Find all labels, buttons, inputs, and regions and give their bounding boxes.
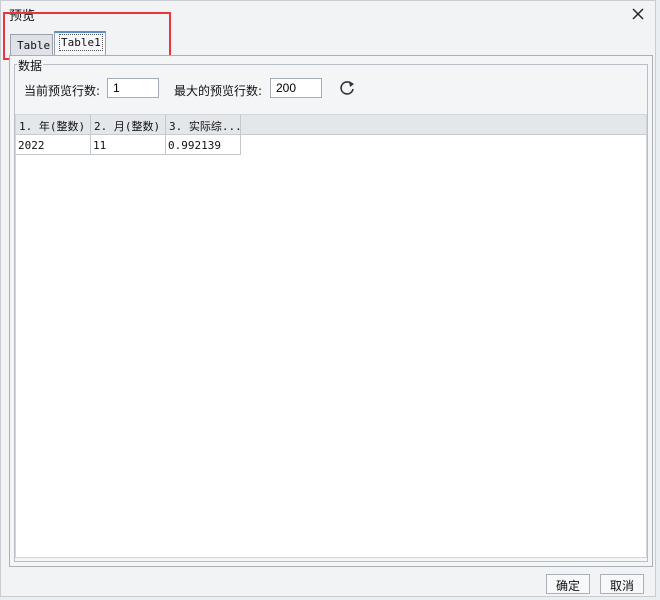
tab-table1[interactable]: Table1: [54, 31, 106, 55]
current-rows-label: 当前预览行数:: [24, 84, 101, 98]
tab-table-label: Table: [17, 39, 51, 52]
table-row: 2022 11 0.992139: [16, 135, 242, 155]
tab-table1-label: Table1: [59, 34, 103, 51]
column-header-month[interactable]: 2. 月(整数): [91, 115, 166, 134]
preview-dialog: 预览 Table Table1 数据 当前预览行数: 最大的预览行数:: [0, 0, 656, 597]
tab-table[interactable]: Table: [10, 34, 53, 55]
cancel-button[interactable]: 取消: [600, 574, 644, 594]
close-button[interactable]: [627, 3, 649, 25]
table-cell-month[interactable]: 11: [91, 135, 166, 155]
data-group-title: 数据: [17, 57, 44, 74]
column-header-actual[interactable]: 3. 实际综...: [166, 115, 241, 134]
close-icon: [632, 8, 644, 20]
max-rows-input[interactable]: [270, 78, 322, 98]
table-cell-actual[interactable]: 0.992139: [166, 135, 241, 155]
ok-button[interactable]: 确定: [546, 574, 590, 594]
table-cell-year[interactable]: 2022: [16, 135, 91, 155]
max-rows-label: 最大的预览行数:: [174, 84, 263, 98]
preview-toolbar: 当前预览行数: 最大的预览行数:: [20, 78, 620, 100]
column-header-year[interactable]: 1. 年(整数): [16, 115, 91, 134]
title-bar: 预览: [1, 1, 655, 27]
refresh-button[interactable]: [338, 79, 358, 99]
refresh-icon: [340, 81, 354, 95]
data-table: 1. 年(整数) 2. 月(整数) 3. 实际综... 2022 11 0.99…: [15, 114, 647, 558]
tab-content-panel: 数据 当前预览行数: 最大的预览行数: 1. 年(整数) 2. 月(整数) 3.…: [9, 55, 653, 567]
dialog-title: 预览: [9, 9, 36, 24]
current-rows-input[interactable]: [107, 78, 159, 98]
table-header: 1. 年(整数) 2. 月(整数) 3. 实际综...: [16, 115, 646, 135]
